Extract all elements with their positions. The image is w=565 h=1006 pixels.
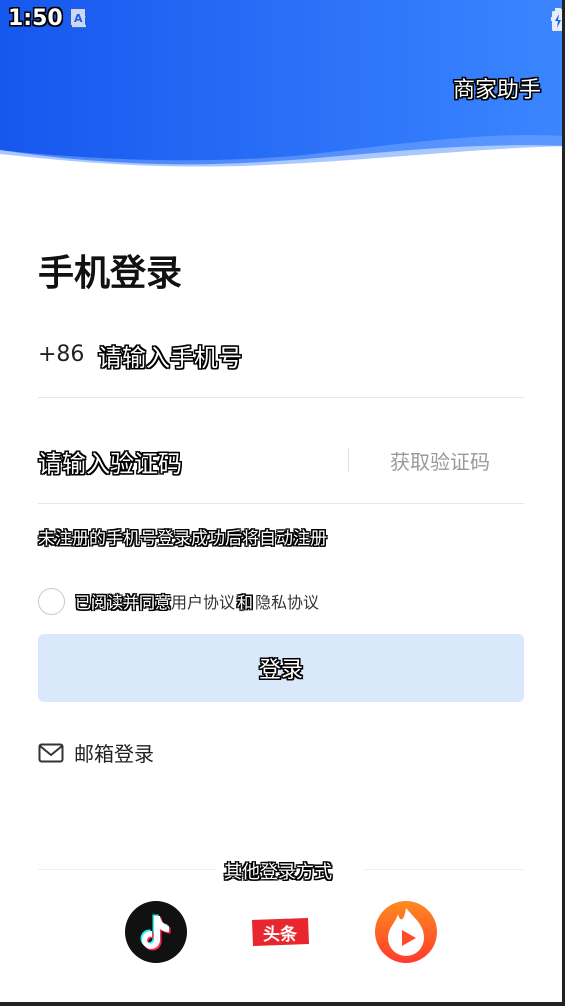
code-divider xyxy=(348,448,349,472)
agree-radio[interactable] xyxy=(38,587,65,615)
keyboard-a-icon: A xyxy=(71,9,85,25)
header-banner: 1:50 A 商家助手 xyxy=(0,0,565,170)
login-button-label: 登录 xyxy=(258,658,303,683)
privacy-policy-link[interactable]: 隐私协议 xyxy=(255,589,319,613)
country-code[interactable]: +86 xyxy=(38,342,84,367)
douyin-icon xyxy=(125,901,187,963)
code-input[interactable]: 请输入验证码 xyxy=(38,444,182,479)
agreement-row: 已阅读并同意 用户协议 和 隐私协议 xyxy=(38,586,319,616)
status-bar: 1:50 A xyxy=(0,0,565,40)
huoshan-login-button[interactable] xyxy=(374,900,438,964)
login-button[interactable]: 登录 xyxy=(38,634,524,702)
email-login-button[interactable]: 邮箱登录 xyxy=(38,738,154,767)
merchant-assistant-link[interactable]: 商家助手 xyxy=(453,72,541,104)
divider-line-left xyxy=(38,869,216,870)
page-title: 手机登录 xyxy=(38,253,183,294)
svg-text:A: A xyxy=(74,12,83,25)
other-login-label: 其他登录方式 xyxy=(224,862,332,883)
toutiao-login-button[interactable]: 头条 xyxy=(248,900,312,964)
svg-text:头条: 头条 xyxy=(263,924,298,945)
huoshan-icon xyxy=(375,901,437,963)
agree-prefix: 已阅读并同意 xyxy=(75,593,172,612)
phone-input[interactable] xyxy=(98,338,498,378)
get-code-button[interactable]: 获取验证码 xyxy=(390,446,490,475)
phone-field-row: +86 请输入手机号 xyxy=(38,330,524,398)
register-notice: 未注册的手机号登录成功后将自动注册 xyxy=(38,529,327,549)
user-agreement-link[interactable]: 用户协议 xyxy=(171,589,235,613)
douyin-login-button[interactable] xyxy=(124,900,188,964)
other-login-divider: 其他登录方式 xyxy=(38,858,524,883)
toutiao-icon: 头条 xyxy=(249,901,311,963)
code-field-row[interactable]: 请输入验证码 获取验证码 xyxy=(38,434,524,504)
agree-and: 和 xyxy=(237,593,254,612)
mail-icon xyxy=(38,743,64,762)
email-login-label: 邮箱登录 xyxy=(74,742,154,766)
window-edge-bottom xyxy=(0,1002,565,1006)
divider-line-right xyxy=(364,869,524,870)
status-time: 1:50 xyxy=(8,6,63,31)
